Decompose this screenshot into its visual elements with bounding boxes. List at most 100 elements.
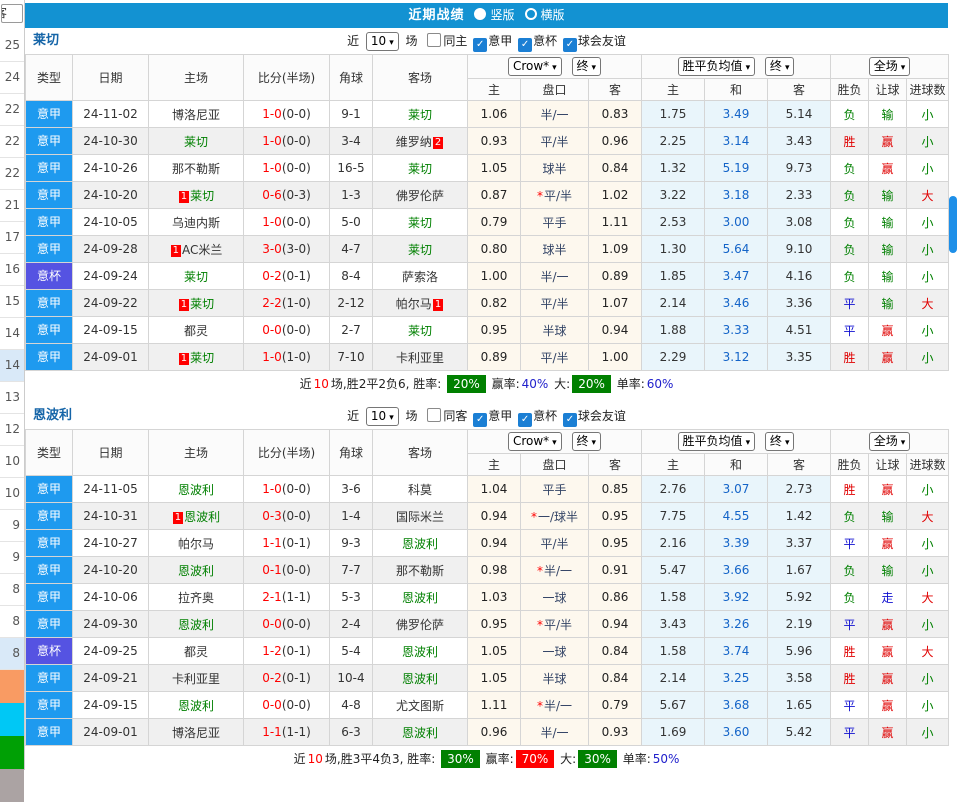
scope-select[interactable]: 全场▾ [869, 432, 911, 451]
odds-source-select[interactable]: Crow*▾ [508, 432, 562, 451]
same-venue-label: 同主 [443, 34, 467, 48]
col-header-odds-away: 客 [589, 79, 642, 101]
goals-result-cell: 小 [907, 692, 949, 719]
away-team-name: 莱切 [408, 108, 432, 122]
friendly-checkbox[interactable]: ✓ [563, 38, 577, 52]
result-cell: 胜 [831, 638, 869, 665]
chevron-down-icon: ▾ [785, 63, 790, 73]
away-odds: 0.95 [589, 503, 642, 530]
league-type-cell: 意杯 [26, 638, 73, 665]
handicap: *半/一 [521, 557, 589, 584]
handicap-result-cell: 输 [869, 263, 907, 290]
avg-away-odds: 3.36 [768, 290, 831, 317]
result-cell: 胜 [831, 344, 869, 371]
away-odds: 0.91 [589, 557, 642, 584]
halftime-score: (0-0) [282, 134, 311, 148]
league-type-cell: 意甲 [26, 128, 73, 155]
home-team-name: 莱切 [184, 135, 208, 149]
home-odds: 0.95 [468, 611, 521, 638]
avg-away-odds: 5.14 [768, 101, 831, 128]
scrollbar-thumb[interactable] [949, 196, 957, 253]
corner-score: 10-4 [330, 665, 373, 692]
serie-a-checkbox[interactable]: ✓ [473, 38, 487, 52]
avg-select[interactable]: 胜平负均值▾ [678, 57, 756, 76]
odds-source-select[interactable]: Crow*▾ [508, 57, 562, 76]
chevron-down-icon: ▾ [592, 63, 597, 73]
odds-final-select[interactable]: 终▾ [572, 432, 602, 451]
away-odds: 0.85 [589, 476, 642, 503]
odds-final-select[interactable]: 终▾ [572, 57, 602, 76]
single-rate-label: 单率: [617, 377, 645, 391]
avg-select[interactable]: 胜平负均值▾ [678, 432, 756, 451]
league-type-cell: 意甲 [26, 611, 73, 638]
let-rate-label: 赢率: [492, 377, 520, 391]
avg-away-odds: 1.42 [768, 503, 831, 530]
match-date: 24-10-20 [73, 557, 149, 584]
sidebar-number: 25 [0, 30, 24, 62]
corner-score: 5-0 [330, 209, 373, 236]
avg-final-select[interactable]: 终▾ [765, 57, 795, 76]
big-rate-label: 大: [560, 752, 576, 766]
sidebar-header-box: 客 [1, 4, 23, 23]
page-title: 近期战绩 [408, 8, 464, 23]
avg-final-select[interactable]: 终▾ [765, 432, 795, 451]
corner-score: 9-3 [330, 530, 373, 557]
friendly-label: 球会友谊 [578, 409, 626, 423]
handicap-result-cell: 输 [869, 101, 907, 128]
result-cell: 负 [831, 155, 869, 182]
changed-line-star: * [537, 564, 543, 578]
odds-group-header: Crow*▾ 终▾ [468, 430, 642, 454]
fulltime-score: 1-0 [262, 134, 282, 148]
scope-select[interactable]: 全场▾ [869, 57, 911, 76]
home-team: 莱切 [149, 128, 244, 155]
same-venue-checkbox[interactable] [427, 408, 441, 422]
halftime-score: (0-0) [282, 482, 311, 496]
away-odds: 0.84 [589, 638, 642, 665]
serie-a-checkbox[interactable]: ✓ [473, 413, 487, 427]
avg-home-odds: 3.43 [642, 611, 705, 638]
home-team-name: 博洛尼亚 [172, 108, 220, 122]
same-venue-checkbox[interactable] [427, 33, 441, 47]
games-label: 场 [406, 409, 418, 423]
result-cell: 负 [831, 209, 869, 236]
avg-home-odds: 2.16 [642, 530, 705, 557]
home-odds: 1.05 [468, 638, 521, 665]
fulltime-score: 3-0 [262, 242, 282, 256]
summary-body: 场,胜2平2负6, 胜率: [331, 377, 441, 391]
handicap: *平/半 [521, 182, 589, 209]
avg-draw-odds: 3.25 [705, 665, 768, 692]
home-odds: 0.98 [468, 557, 521, 584]
handicap-result-cell: 赢 [869, 638, 907, 665]
league-type-badge: 意甲 [26, 344, 72, 370]
avg-draw-odds: 5.19 [705, 155, 768, 182]
away-team-name: 卡利亚里 [396, 351, 444, 365]
avg-away-odds: 3.08 [768, 209, 831, 236]
chevron-down-icon: ▾ [389, 413, 394, 423]
cup-checkbox[interactable]: ✓ [518, 38, 532, 52]
halftime-score: (0-1) [282, 536, 311, 550]
corner-score: 4-8 [330, 692, 373, 719]
match-count-select[interactable]: 10▾ [366, 407, 399, 426]
home-team-name: 乌迪内斯 [172, 216, 220, 230]
col-header-avg-draw: 和 [705, 454, 768, 476]
match-count-select[interactable]: 10▾ [366, 32, 399, 51]
league-type-badge: 意甲 [26, 182, 72, 208]
near-label: 近 [347, 409, 359, 423]
vertical-radio[interactable] [474, 8, 486, 20]
cup-checkbox[interactable]: ✓ [518, 413, 532, 427]
avg-away-odds: 9.10 [768, 236, 831, 263]
away-team: 恩波利 [373, 638, 468, 665]
sidebar-number: 21 [0, 190, 24, 222]
avg-draw-odds: 3.00 [705, 209, 768, 236]
handicap-result-cell: 输 [869, 503, 907, 530]
col-header-avg-home: 主 [642, 454, 705, 476]
away-team-name: 恩波利 [402, 537, 438, 551]
league-type-badge: 意甲 [26, 719, 72, 745]
horizontal-radio[interactable] [525, 8, 537, 20]
avg-home-odds: 1.30 [642, 236, 705, 263]
friendly-checkbox[interactable]: ✓ [563, 413, 577, 427]
team-name: 莱切 [33, 28, 59, 54]
home-odds: 0.82 [468, 290, 521, 317]
halftime-score: (3-0) [282, 242, 311, 256]
league-type-cell: 意杯 [26, 263, 73, 290]
